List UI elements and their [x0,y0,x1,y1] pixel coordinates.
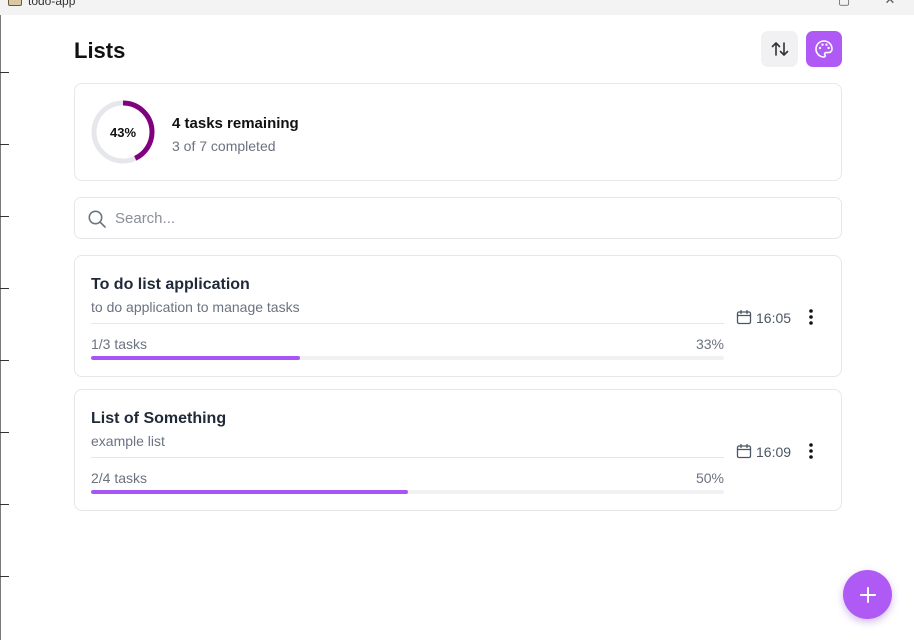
window-title: todo-app [28,0,76,8]
more-options-button[interactable] [801,441,821,461]
list-card[interactable]: List of Something example list 2/4 tasks… [74,389,842,511]
list-progress-fill [91,356,300,360]
calendar-icon [736,309,752,325]
list-task-count: 2/4 tasks [91,470,148,486]
close-icon[interactable]: ✕ [880,0,900,8]
list-progress-bar [91,356,724,360]
progress-percent: 43% [109,124,137,140]
list-card[interactable]: To do list application to do application… [74,255,842,377]
list-title: To do list application [91,276,250,293]
list-description: to do application to manage tasks [91,299,300,315]
edge-tick [0,144,9,145]
edge-tick [0,288,9,289]
edge-tick [0,504,9,505]
list-time: 16:05 [756,310,792,326]
tasks-completed: 3 of 7 completed [172,138,276,154]
sort-arrows-icon [771,42,788,56]
edge-tick [0,360,9,361]
app-icon [8,0,22,6]
more-options-button[interactable] [801,307,821,327]
search-box[interactable] [74,197,842,239]
palette-icon [815,40,833,58]
edge-tick [0,576,9,577]
list-task-count: 1/3 tasks [91,336,148,352]
calendar-icon [736,443,752,459]
list-title: List of Something [91,410,227,427]
divider [91,323,724,324]
list-progress-bar [91,490,724,494]
list-percent: 50% [695,470,724,486]
search-icon [88,210,106,228]
list-progress-fill [91,490,408,494]
theme-button[interactable] [806,31,842,67]
more-vertical-icon [809,443,813,459]
list-time: 16:09 [756,444,792,460]
window-left-edge [0,15,2,640]
divider [91,457,724,458]
list-percent: 33% [695,336,724,352]
maximize-icon[interactable]: ▢ [834,0,854,8]
plus-icon [859,586,876,603]
page-title: Lists [74,38,126,63]
more-vertical-icon [809,309,813,325]
list-description: example list [91,433,165,449]
summary-card: 43% 4 tasks remaining 3 of 7 completed [74,83,842,181]
edge-tick [0,72,9,73]
edge-tick [0,216,9,217]
add-list-button[interactable] [843,570,892,619]
sort-button[interactable] [761,31,798,67]
edge-tick [0,432,9,433]
search-input[interactable] [115,204,815,232]
window-titlebar: todo-app ▢ ✕ [0,0,914,15]
tasks-remaining: 4 tasks remaining [172,115,299,132]
